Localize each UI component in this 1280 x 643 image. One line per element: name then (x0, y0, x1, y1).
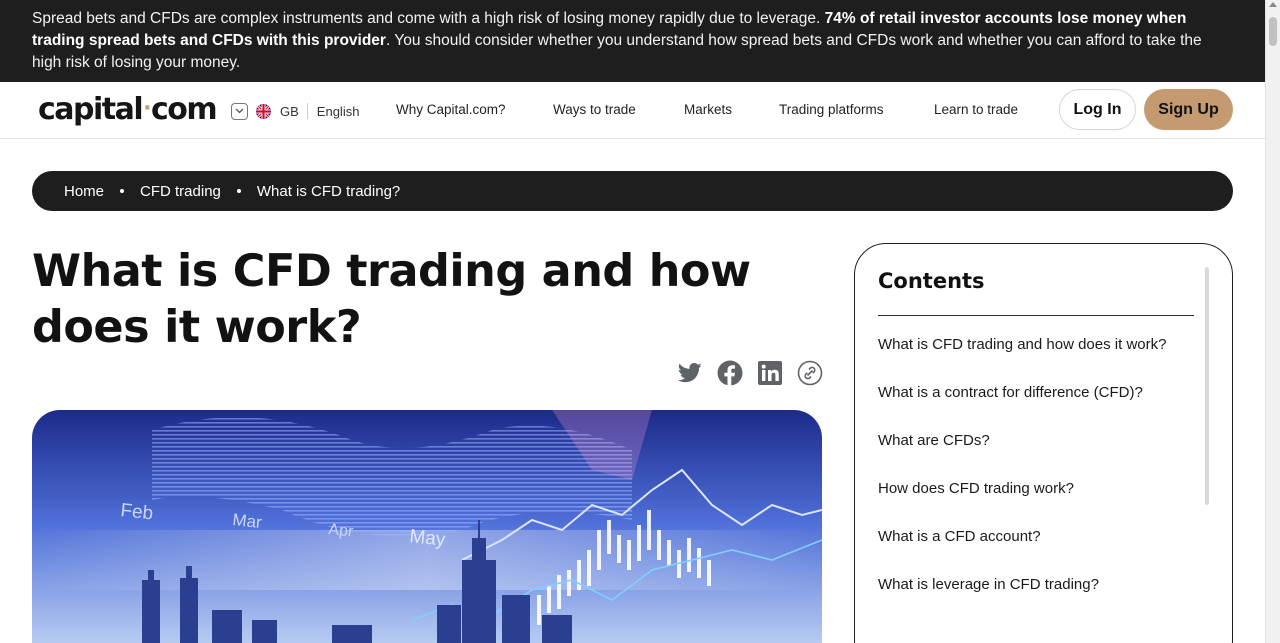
language-selector[interactable]: GB English (231, 101, 359, 121)
risk-warning-banner: Spread bets and CFDs are complex instrum… (0, 0, 1265, 82)
region-code: GB (280, 103, 299, 119)
breadcrumb-separator (236, 189, 241, 193)
language-label: English (316, 103, 360, 119)
toc-item[interactable]: What is a contract for difference (CFD)? (878, 381, 1178, 405)
hero-label-mar: Mar (232, 510, 263, 532)
site-header: capital·com GB English Why Capital.com? … (0, 82, 1265, 139)
login-button[interactable]: Log In (1059, 89, 1136, 130)
breadcrumb: Home CFD trading What is CFD trading? (32, 171, 1233, 211)
toc-title: Contents (878, 269, 985, 293)
risk-warning-text: Spread bets and CFDs are complex instrum… (32, 10, 825, 27)
toc-item[interactable]: How does CFD trading work? (878, 477, 1178, 501)
logo-dot: · (143, 96, 151, 121)
nav-why-capital[interactable]: Why Capital.com? (396, 102, 506, 117)
toc-scrollbar[interactable] (1205, 267, 1209, 505)
page-title: What is CFD trading and how does it work… (32, 246, 751, 353)
scroll-up-arrow-icon[interactable] (1269, 2, 1277, 7)
facebook-icon[interactable] (717, 360, 743, 386)
hero-image: Feb Mar Apr May (32, 410, 822, 643)
logo-text-right: com (151, 92, 218, 127)
toc-list: What is CFD trading and how does it work… (878, 333, 1178, 621)
signup-button[interactable]: Sign Up (1144, 89, 1233, 130)
copy-link-icon[interactable] (797, 360, 823, 386)
hero-label-feb: Feb (119, 500, 154, 524)
chevron-down-icon[interactable] (231, 102, 248, 120)
table-of-contents: Contents What is CFD trading and how doe… (854, 243, 1233, 643)
uk-flag-icon (256, 103, 271, 119)
toc-item[interactable]: What is leverage in CFD trading? (878, 573, 1178, 597)
toc-item[interactable]: What is CFD trading and how does it work… (878, 333, 1178, 357)
hero-label-apr: Apr (328, 521, 355, 541)
nav-markets[interactable]: Markets (684, 102, 732, 117)
scrollbar-thumb[interactable] (1269, 17, 1277, 46)
toc-item[interactable]: What is a CFD account? (878, 525, 1178, 549)
hero-label-may: May (408, 526, 446, 551)
breadcrumb-separator (120, 189, 125, 193)
toc-divider (878, 315, 1194, 316)
nav-trading-platforms[interactable]: Trading platforms (779, 102, 884, 117)
breadcrumb-cfd-trading[interactable]: CFD trading (140, 183, 221, 200)
breadcrumb-current: What is CFD trading? (256, 182, 401, 200)
logo-text-left: capital (38, 92, 144, 127)
breadcrumb-home[interactable]: Home (64, 183, 104, 200)
page-scrollbar[interactable] (1265, 0, 1280, 643)
language-divider (306, 103, 308, 119)
capital-logo[interactable]: capital·com (38, 92, 218, 130)
toc-item[interactable]: What are CFDs? (878, 429, 1178, 453)
nav-ways-to-trade[interactable]: Ways to trade (553, 102, 636, 117)
twitter-icon[interactable] (677, 360, 703, 386)
nav-learn-to-trade[interactable]: Learn to trade (934, 102, 1018, 117)
linkedin-icon[interactable] (757, 360, 783, 386)
